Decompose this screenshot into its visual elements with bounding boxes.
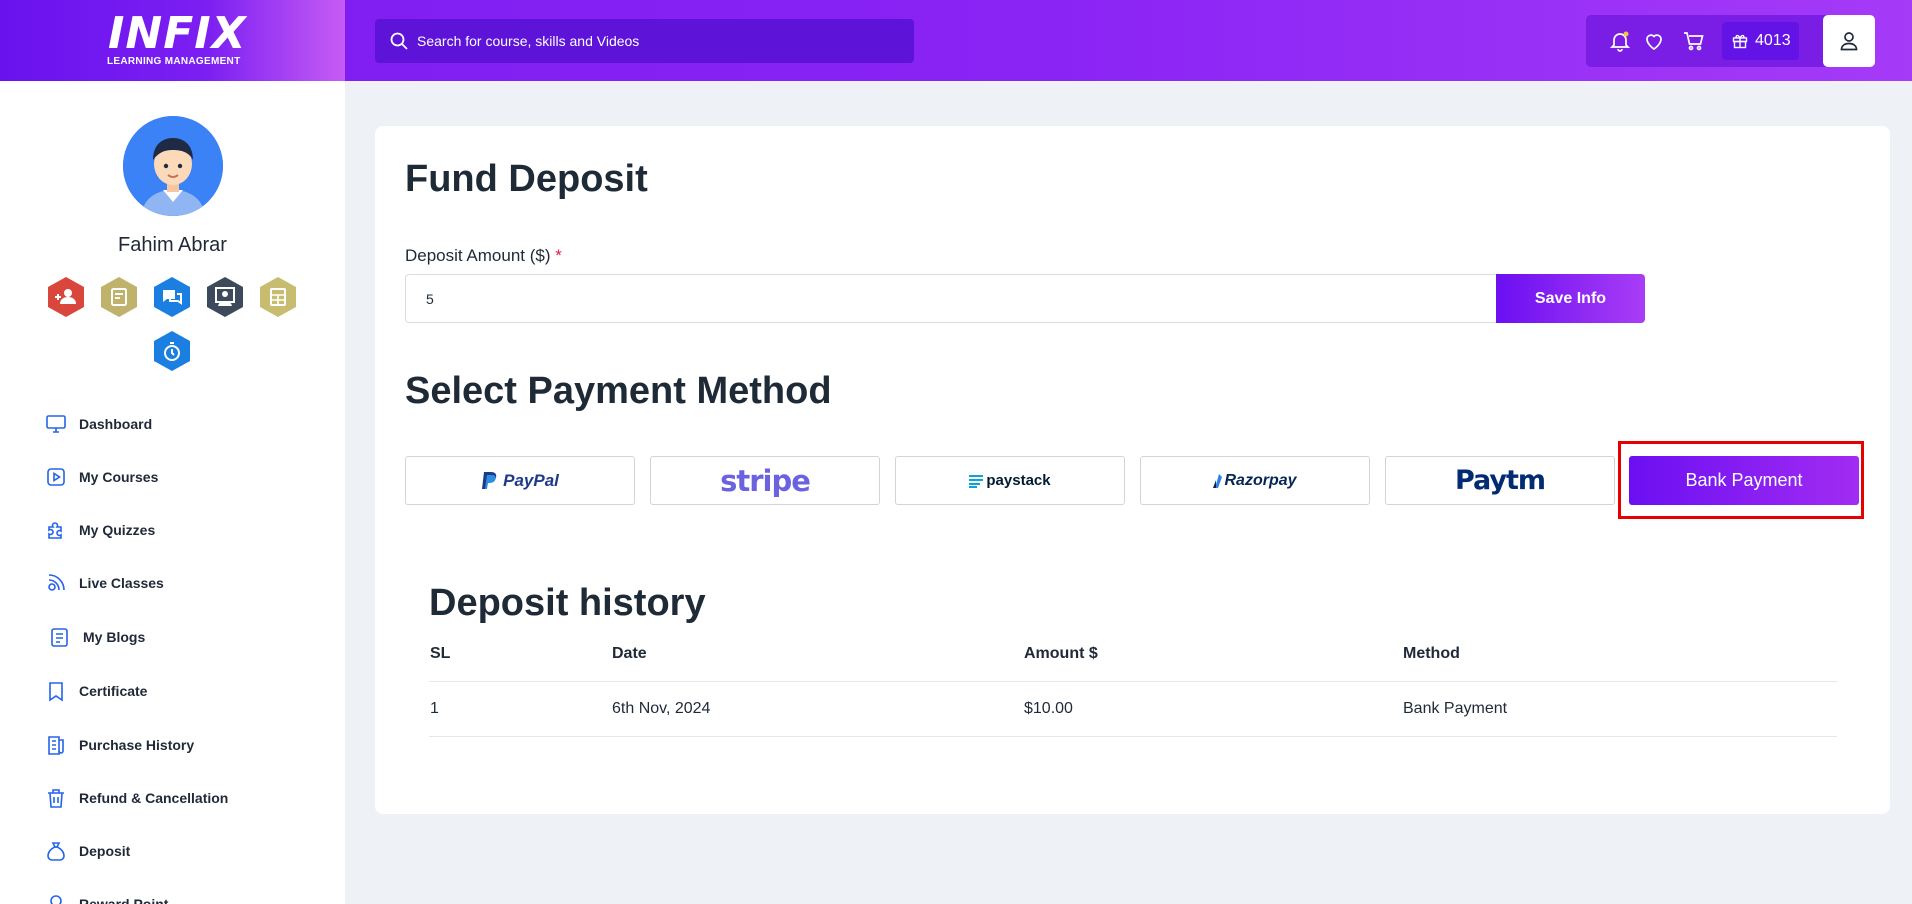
user-icon xyxy=(1840,32,1858,51)
sidebar-item-label: Deposit xyxy=(79,843,131,859)
play-square-icon xyxy=(47,468,65,486)
teacher-icon[interactable] xyxy=(204,276,246,318)
payment-method-paytm[interactable]: Paytm xyxy=(1385,456,1615,505)
gift-icon xyxy=(1732,34,1748,49)
document-icon[interactable] xyxy=(98,276,140,318)
razorpay-label: Razorpay xyxy=(1224,471,1297,489)
row-date: 6th Nov, 2024 xyxy=(612,700,711,717)
sidebar-item-my-courses[interactable]: My Courses xyxy=(45,462,158,492)
bookmark-icon xyxy=(49,682,63,702)
user-menu-button[interactable] xyxy=(1823,15,1875,67)
cart-icon[interactable] xyxy=(1682,29,1706,53)
reward-points-badge[interactable]: 4013 xyxy=(1722,22,1799,60)
row-sl: 1 xyxy=(430,700,439,717)
column-header-date: Date xyxy=(612,645,647,662)
sidebar-item-live-classes[interactable]: Live Classes xyxy=(45,568,164,598)
top-header: INFIX LEARNING MANAGEMENT 4013 xyxy=(0,0,1912,81)
sidebar-item-certificate[interactable]: Certificate xyxy=(45,676,147,706)
fund-deposit-card: Fund Deposit Deposit Amount ($) * Save I… xyxy=(375,126,1890,814)
sidebar-item-purchase-history[interactable]: Purchase History xyxy=(45,730,194,760)
payment-method-paypal[interactable]: PayPal xyxy=(405,456,635,505)
sidebar-item-reward-point[interactable]: Reward Point xyxy=(45,889,168,904)
sidebar: Fahim Abrar Dashboard My Courses My Quiz… xyxy=(0,81,345,904)
sidebar-item-label: My Blogs xyxy=(83,629,146,645)
sidebar-item-dashboard[interactable]: Dashboard xyxy=(45,409,152,439)
trash-icon xyxy=(48,789,64,808)
column-header-amount: Amount $ xyxy=(1024,645,1098,662)
search-icon xyxy=(390,32,408,50)
paystack-label: paystack xyxy=(986,472,1051,489)
user-plus-icon[interactable] xyxy=(45,276,87,318)
table-divider xyxy=(429,681,1837,682)
bell-icon[interactable] xyxy=(1608,29,1632,53)
stripe-label: stripe xyxy=(720,463,811,498)
sidebar-item-label: Purchase History xyxy=(79,737,195,753)
logo[interactable]: INFIX LEARNING MANAGEMENT xyxy=(0,0,345,81)
paytm-label: Paytm xyxy=(1454,465,1546,496)
sidebar-item-label: Refund & Cancellation xyxy=(79,790,229,806)
sidebar-item-label: Live Classes xyxy=(79,575,164,591)
table-divider xyxy=(429,736,1837,737)
sidebar-item-label: Certificate xyxy=(79,683,148,699)
sidebar-item-refund-cancellation[interactable]: Refund & Cancellation xyxy=(45,783,228,813)
search-bar xyxy=(375,19,914,63)
payment-method-title: Select Payment Method xyxy=(405,370,832,412)
deposit-amount-input[interactable] xyxy=(405,274,1497,323)
save-info-button[interactable]: Save Info xyxy=(1496,274,1645,323)
logo-subtitle: LEARNING MANAGEMENT xyxy=(107,56,241,67)
paypal-logo-icon xyxy=(482,471,497,489)
payment-method-razorpay[interactable]: Razorpay xyxy=(1140,456,1370,505)
deposit-history-title: Deposit history xyxy=(429,582,706,624)
avatar-image xyxy=(123,116,223,216)
broadcast-icon xyxy=(48,574,65,591)
razorpay-logo-icon xyxy=(1213,473,1223,488)
stopwatch-icon[interactable] xyxy=(151,330,193,372)
money-bag-icon xyxy=(47,842,65,861)
payment-method-paystack[interactable]: paystack xyxy=(895,456,1125,505)
paypal-label: PayPal xyxy=(503,470,559,490)
payment-method-bank[interactable]: Bank Payment xyxy=(1629,456,1859,505)
row-method: Bank Payment xyxy=(1403,700,1508,717)
avatar[interactable] xyxy=(123,116,223,216)
reward-icon xyxy=(50,895,62,904)
sidebar-item-label: Dashboard xyxy=(79,416,153,432)
sidebar-item-my-blogs[interactable]: My Blogs xyxy=(49,622,145,652)
paystack-logo-icon xyxy=(969,474,984,488)
header-actions: 4013 xyxy=(1586,15,1845,67)
chat-icon[interactable] xyxy=(151,276,193,318)
page-title: Fund Deposit xyxy=(405,158,648,200)
blog-icon xyxy=(51,628,68,647)
column-header-sl: SL xyxy=(430,645,451,662)
sidebar-item-label: My Courses xyxy=(79,469,159,485)
puzzle-icon xyxy=(48,522,62,539)
search-input[interactable] xyxy=(417,19,897,63)
heart-icon[interactable] xyxy=(1642,29,1666,53)
sidebar-item-label: Reward Point xyxy=(79,896,169,904)
logo-text: INFIX xyxy=(108,8,247,59)
row-amount: $10.00 xyxy=(1024,700,1073,717)
payment-method-stripe[interactable]: stripe xyxy=(650,456,880,505)
monitor-icon xyxy=(46,415,66,433)
deposit-amount-label: Deposit Amount ($) * xyxy=(405,246,562,265)
receipt-icon xyxy=(48,736,64,755)
column-header-method: Method xyxy=(1403,645,1460,662)
sidebar-item-label: My Quizzes xyxy=(79,522,156,538)
grid-document-icon[interactable] xyxy=(257,276,299,318)
reward-points-count: 4013 xyxy=(1755,32,1791,49)
required-mark: * xyxy=(555,246,562,265)
sidebar-item-my-quizzes[interactable]: My Quizzes xyxy=(45,515,155,545)
sidebar-item-deposit[interactable]: Deposit xyxy=(45,836,130,866)
user-name: Fahim Abrar xyxy=(118,234,227,256)
